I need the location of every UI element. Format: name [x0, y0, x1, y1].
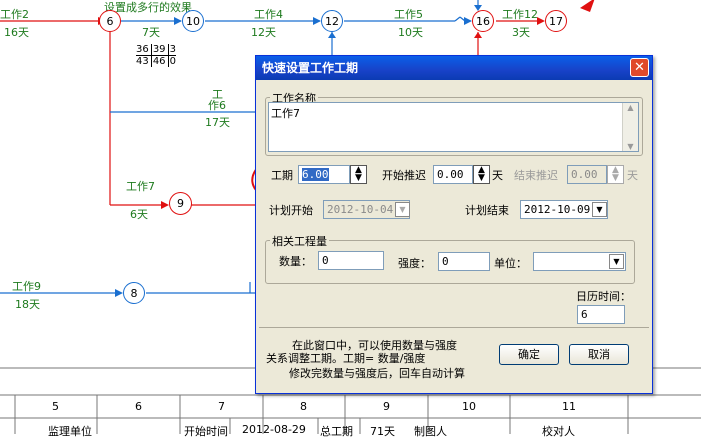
- duration-spinner[interactable]: ▲ ▼: [350, 165, 367, 184]
- qty-label: 数量：: [279, 255, 312, 268]
- node-12[interactable]: 12: [321, 10, 343, 32]
- chevron-down-icon[interactable]: ▼: [609, 254, 624, 269]
- label-days16: 16天: [4, 26, 29, 39]
- label-days7: 7天: [142, 26, 160, 39]
- calendar-label: 日历时间：: [576, 290, 631, 303]
- label-days12: 12天: [251, 26, 276, 39]
- node-10[interactable]: 10: [182, 10, 204, 32]
- end-delay-input: 0.00: [567, 165, 607, 184]
- chevron-down-icon: ▼: [395, 202, 410, 217]
- mini-cell: 43: [136, 56, 152, 67]
- mini-cell: 3: [169, 44, 176, 55]
- label-work5: 工作5: [394, 8, 423, 21]
- label-work2: 工作2: [0, 8, 29, 21]
- col-header-9: 9: [383, 400, 390, 413]
- node-16[interactable]: 16: [472, 10, 494, 32]
- label-work9: 工作9: [12, 280, 41, 293]
- dialog-title: 快速设置工作工期: [262, 61, 359, 75]
- dialog-titlebar[interactable]: 快速设置工作工期 ✕: [256, 56, 652, 80]
- quantity-group-label: 相关工程量: [270, 233, 329, 249]
- chevron-down-icon[interactable]: ▼: [592, 202, 607, 217]
- drafter-label: 制图人: [414, 425, 447, 438]
- start-time-label: 开始时间: [184, 425, 228, 438]
- total-days-value: 71天: [370, 425, 395, 438]
- label-days3: 3天: [512, 26, 530, 39]
- close-icon[interactable]: ✕: [630, 58, 649, 77]
- end-delay-unit: 天: [627, 169, 638, 182]
- mini-cell: 0: [169, 56, 176, 67]
- col-header-6: 6: [135, 400, 142, 413]
- col-header-11: 11: [562, 400, 576, 413]
- label-days10: 10天: [398, 26, 423, 39]
- node-6[interactable]: 6: [99, 10, 121, 32]
- label-work6-b: 作6: [208, 99, 226, 112]
- unit-label: 单位：: [494, 257, 527, 270]
- help-line-3: 修改完数量与强度后，回车自动计算: [289, 367, 465, 380]
- start-delay-spinner[interactable]: ▲ ▼: [473, 165, 490, 184]
- label-work4: 工作4: [254, 8, 283, 21]
- end-delay-spinner: ▲ ▼: [607, 165, 624, 184]
- scroll-down-icon[interactable]: ▼: [623, 142, 638, 151]
- node-17[interactable]: 17: [545, 10, 567, 32]
- plan-end-label: 计划结束: [465, 204, 509, 217]
- start-delay-unit: 天: [492, 169, 503, 182]
- col-header-8: 8: [300, 400, 307, 413]
- task-name-textarea[interactable]: 工作7 ▲ ▼: [268, 102, 639, 152]
- start-delay-label: 开始推迟: [382, 169, 426, 182]
- plan-end-value: 2012-10-09: [524, 203, 591, 216]
- qty-input[interactable]: 0: [318, 251, 384, 270]
- duration-input[interactable]: 6.00: [298, 165, 350, 184]
- label-days17: 17天: [205, 116, 230, 129]
- total-period-label: 总工期: [320, 425, 353, 438]
- task-name-value: 工作7: [271, 107, 300, 120]
- start-delay-input[interactable]: 0.00: [433, 165, 473, 184]
- plan-start-label: 计划开始: [269, 204, 313, 217]
- label-days18: 18天: [15, 298, 40, 311]
- col-header-10: 10: [462, 400, 476, 413]
- col-header-5: 5: [52, 400, 59, 413]
- divider: [259, 327, 649, 328]
- task-name-group: 工作名称 工作7 ▲ ▼: [265, 90, 643, 156]
- calendar-input[interactable]: 6: [577, 305, 625, 324]
- help-line-2: 关系调整工期。工期= 数量/强度: [266, 352, 426, 365]
- textarea-scrollbar[interactable]: ▲ ▼: [622, 103, 638, 151]
- label-work12: 工作12: [502, 8, 538, 21]
- duration-label: 工期: [271, 169, 293, 182]
- node-9[interactable]: 9: [169, 192, 192, 215]
- mini-cell: 46: [152, 56, 169, 67]
- end-delay-label: 结束推迟: [514, 169, 558, 182]
- cancel-button[interactable]: 取消: [569, 344, 629, 365]
- intensity-input[interactable]: 0: [438, 252, 490, 271]
- node-8[interactable]: 8: [123, 282, 145, 304]
- start-time-value: 2012-08-29: [242, 423, 306, 436]
- mini-cell: 36: [136, 44, 152, 55]
- checker-label: 校对人: [542, 425, 575, 438]
- intensity-label: 强度：: [398, 257, 431, 270]
- ok-button[interactable]: 确定: [499, 344, 559, 365]
- supervisor-label: 监理单位: [48, 425, 92, 438]
- scroll-up-icon[interactable]: ▲: [623, 103, 638, 112]
- quick-duration-dialog: 快速设置工作工期 ✕ 工作名称 工作7 ▲ ▼ 工期 6.00 ▲ ▼ 开始推迟 …: [255, 55, 653, 394]
- mini-cell: 39: [152, 44, 169, 55]
- plan-start-value: 2012-10-04: [327, 203, 394, 216]
- col-header-7: 7: [218, 400, 225, 413]
- label-days6: 6天: [130, 208, 148, 221]
- duration-value: 6.00: [302, 168, 329, 181]
- label-work7: 工作7: [126, 180, 155, 193]
- mini-time-table: 36 39 3 43 46 0: [136, 44, 176, 67]
